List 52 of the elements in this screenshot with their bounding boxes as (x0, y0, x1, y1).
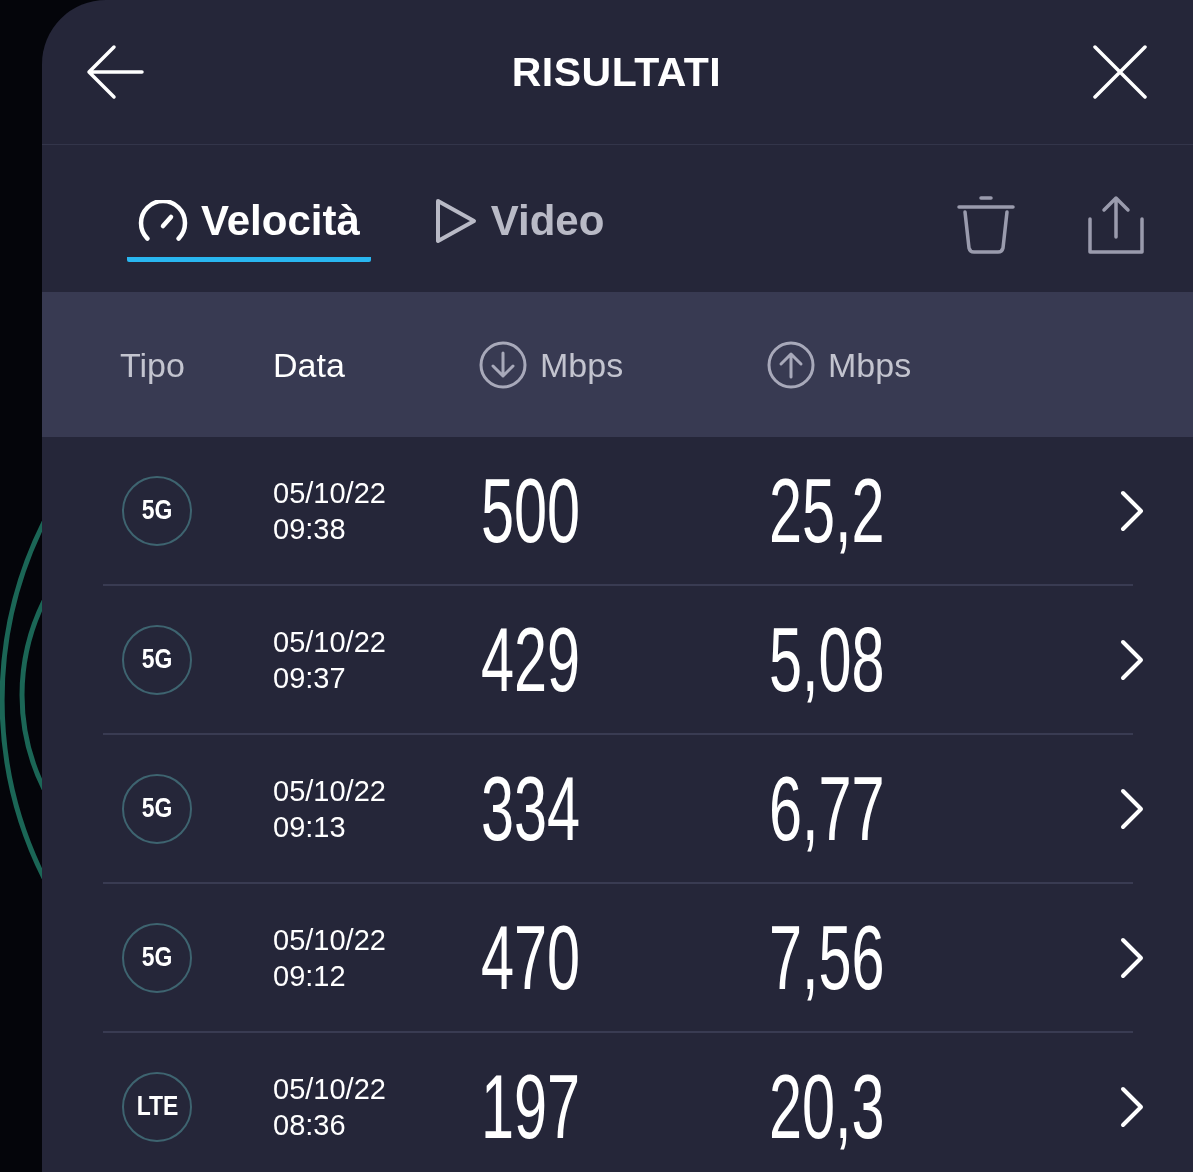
chevron-right-icon[interactable] (1119, 935, 1145, 980)
chevron-right-icon[interactable] (1119, 786, 1145, 831)
share-icon (1087, 194, 1145, 255)
download-speed: 334 (481, 763, 581, 854)
network-badge: 5G (122, 922, 192, 993)
result-row[interactable]: 5G 05/10/22 09:37 429 5,08 (42, 586, 1193, 733)
download-speed: 470 (481, 912, 581, 1003)
column-header[interactable]: Mbps (540, 347, 624, 382)
upload-speed: 25,2 (769, 465, 885, 556)
chevron-right-icon[interactable] (1119, 1084, 1145, 1129)
test-time: 09:38 (273, 511, 347, 547)
download-speed: 429 (481, 614, 581, 705)
network-badge: LTE (122, 1071, 192, 1142)
back-button[interactable] (86, 44, 144, 100)
upload-speed: 7,56 (769, 912, 885, 1003)
download-speed: 500 (481, 465, 581, 556)
test-date: 05/10/22 (273, 1071, 387, 1107)
chevron-right-icon[interactable] (1119, 488, 1145, 533)
share-button[interactable] (1087, 194, 1145, 255)
close-button[interactable] (1093, 45, 1147, 99)
trash-icon (957, 194, 1015, 255)
column-header[interactable]: Data (273, 347, 345, 382)
close-icon (1093, 45, 1147, 99)
result-row[interactable]: 5G 05/10/22 09:38 500 25,2 (42, 437, 1193, 584)
test-date: 05/10/22 (273, 624, 387, 660)
column-header[interactable]: Tipo (120, 347, 185, 382)
test-date: 05/10/22 (273, 773, 387, 809)
play-icon (433, 197, 478, 245)
download-speed: 197 (481, 1061, 581, 1152)
test-time: 09:13 (273, 809, 347, 845)
result-row[interactable]: LTE 05/10/22 08:36 197 20,3 (42, 1033, 1193, 1172)
upload-speed: 20,3 (769, 1061, 885, 1152)
page-title: RISULTATI (511, 51, 722, 93)
tab[interactable]: Video (422, 185, 616, 262)
test-date: 05/10/22 (273, 475, 387, 511)
test-time: 09:12 (273, 958, 347, 994)
test-date: 05/10/22 (273, 922, 387, 958)
upload-speed: 6,77 (769, 763, 885, 854)
column-header[interactable]: Mbps (828, 347, 912, 382)
test-time: 08:36 (273, 1107, 347, 1143)
tab[interactable]: Velocità (127, 185, 371, 262)
result-row[interactable]: 5G 05/10/22 09:12 470 7,56 (42, 884, 1193, 1031)
result-row[interactable]: 5G 05/10/22 09:13 334 6,77 (42, 735, 1193, 882)
delete-button[interactable] (957, 194, 1015, 255)
gauge-icon (138, 200, 188, 242)
test-time: 09:37 (273, 660, 347, 696)
back-arrow-icon (86, 44, 144, 100)
network-badge: 5G (122, 475, 192, 546)
upload-speed: 5,08 (769, 614, 885, 705)
network-badge: 5G (122, 773, 192, 844)
network-badge: 5G (122, 624, 192, 695)
chevron-right-icon[interactable] (1119, 637, 1145, 682)
